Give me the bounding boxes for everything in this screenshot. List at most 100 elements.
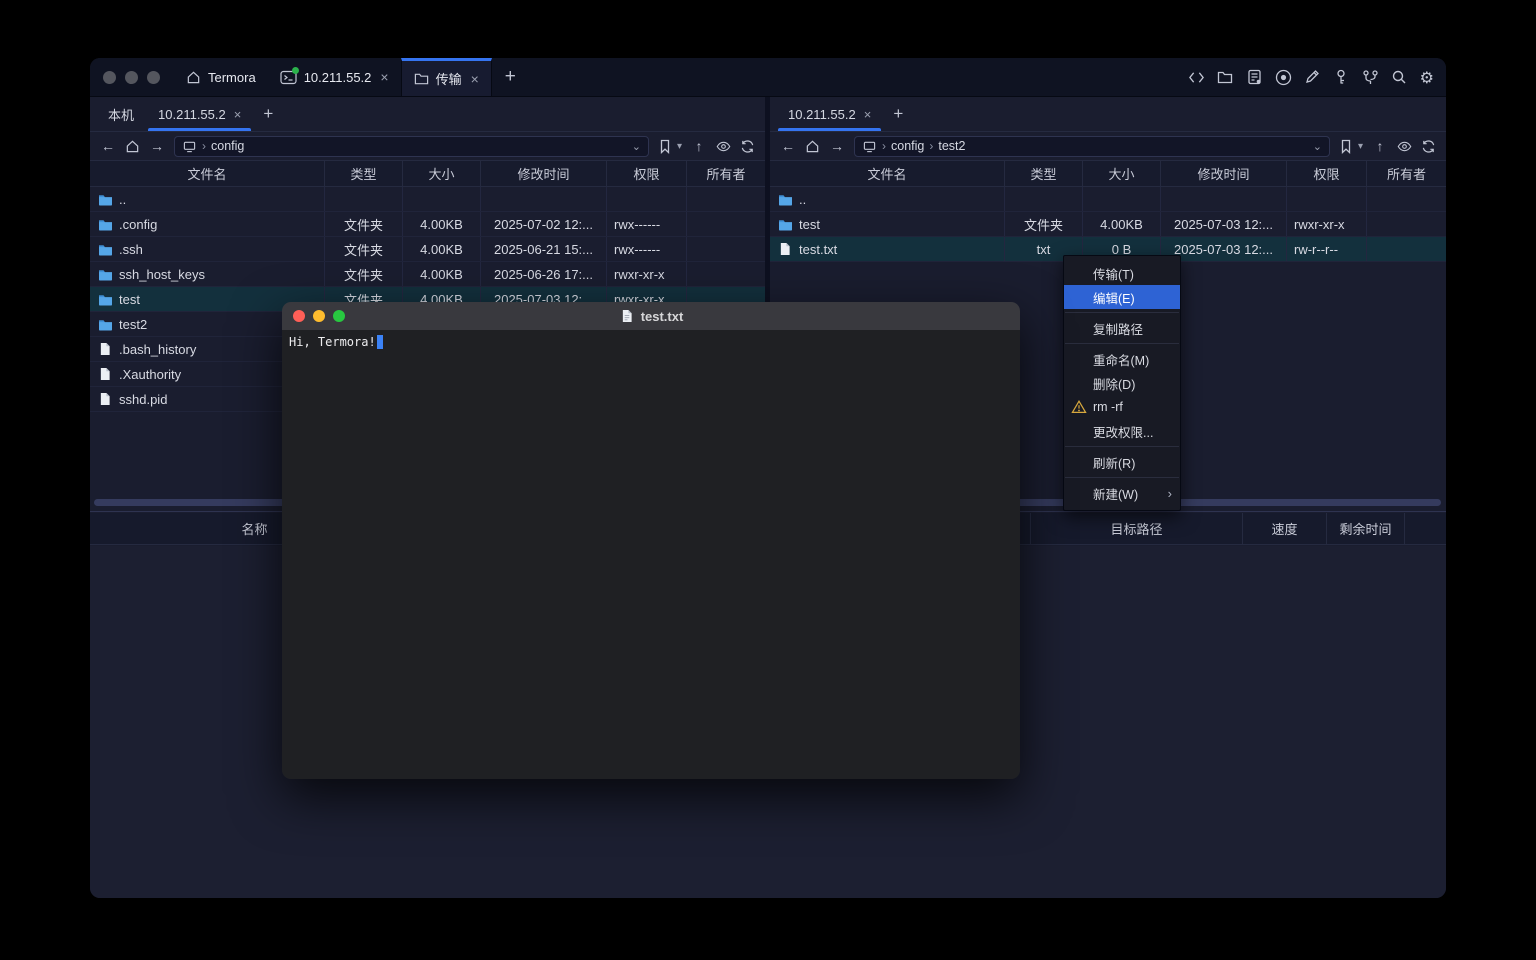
- forward-icon[interactable]: →: [149, 138, 165, 154]
- path-breadcrumb-field[interactable]: › config ⌄: [174, 136, 649, 157]
- tab-local-machine[interactable]: 本机: [96, 97, 146, 131]
- menu-item-refresh[interactable]: 刷新(R): [1064, 450, 1180, 474]
- edit-pencil-icon[interactable]: [1304, 69, 1321, 86]
- breadcrumb-segment[interactable]: config: [211, 139, 244, 153]
- chevron-right-icon: ›: [929, 139, 933, 153]
- column-header-name[interactable]: 文件名: [770, 161, 1005, 186]
- column-header-perms[interactable]: 权限: [1287, 161, 1367, 186]
- table-row[interactable]: ssh_host_keys 文件夹 4.00KB 2025-06-26 17:.…: [90, 262, 765, 287]
- tab-remote-host[interactable]: 10.211.55.2 ×: [776, 97, 883, 131]
- bookmark-icon[interactable]: [658, 139, 673, 154]
- back-icon[interactable]: ←: [780, 138, 796, 154]
- add-panel-tab-button[interactable]: +: [883, 97, 913, 131]
- minimize-window-button[interactable]: [125, 71, 138, 84]
- folder-icon: [414, 71, 429, 86]
- breadcrumb-segment[interactable]: test2: [938, 139, 965, 153]
- log-icon[interactable]: [1246, 69, 1263, 86]
- menu-item-chmod[interactable]: 更改权限...: [1064, 419, 1180, 443]
- folder-manager-icon[interactable]: [1217, 69, 1234, 86]
- file-name: .Xauthority: [119, 367, 181, 382]
- column-header-owner[interactable]: 所有者: [1367, 161, 1446, 186]
- column-header-size[interactable]: 大小: [403, 161, 481, 186]
- breadcrumb-segment[interactable]: config: [891, 139, 924, 153]
- left-table-header: 文件名 类型 大小 修改时间 权限 所有者: [90, 161, 765, 187]
- transfer-column-destination[interactable]: 目标路径: [1031, 513, 1243, 544]
- upload-icon[interactable]: ↑: [1372, 138, 1388, 154]
- search-icon[interactable]: [1391, 69, 1408, 86]
- refresh-icon[interactable]: [740, 139, 755, 154]
- editor-text: Hi, Termora!: [289, 335, 376, 349]
- tab-remote-host[interactable]: 10.211.55.2 ×: [146, 97, 253, 131]
- table-row[interactable]: ..: [90, 187, 765, 212]
- folder-icon: [777, 216, 793, 232]
- table-row[interactable]: ..: [770, 187, 1446, 212]
- file-type: 文件夹: [1005, 212, 1083, 236]
- menu-item-rm-rf[interactable]: rm -rf: [1064, 395, 1180, 419]
- show-hidden-eye-icon[interactable]: [1397, 139, 1412, 154]
- column-header-type[interactable]: 类型: [1005, 161, 1083, 186]
- column-header-owner[interactable]: 所有者: [687, 161, 765, 186]
- column-header-name[interactable]: 文件名: [90, 161, 325, 186]
- transfer-tab-label: 传输: [436, 69, 462, 88]
- transfer-column-remaining[interactable]: 剩余时间: [1327, 513, 1405, 544]
- menu-item-new[interactable]: 新建(W) ›: [1064, 481, 1180, 505]
- editor-zoom-button[interactable]: [333, 310, 345, 322]
- tab-terminal-session[interactable]: 10.211.55.2 ×: [268, 58, 401, 96]
- chevron-down-icon[interactable]: ⌄: [632, 140, 641, 153]
- bookmark-dropdown-caret-icon[interactable]: ▾: [1358, 141, 1363, 152]
- bookmark-icon[interactable]: [1339, 139, 1354, 154]
- add-panel-tab-button[interactable]: +: [253, 97, 283, 131]
- settings-gear-icon[interactable]: ⚙: [1420, 68, 1434, 87]
- close-icon[interactable]: ×: [471, 71, 479, 87]
- tab-transfer[interactable]: 传输 ×: [401, 58, 492, 96]
- home-icon[interactable]: [805, 139, 820, 154]
- warning-icon: [1071, 399, 1087, 415]
- table-row[interactable]: .config 文件夹 4.00KB 2025-07-02 12:... rwx…: [90, 212, 765, 237]
- bookmark-dropdown-caret-icon[interactable]: ▾: [677, 141, 682, 152]
- column-header-type[interactable]: 类型: [325, 161, 403, 186]
- keychain-icon[interactable]: [1362, 69, 1379, 86]
- transfer-column-speed[interactable]: 速度: [1243, 513, 1327, 544]
- file-size: 4.00KB: [403, 262, 481, 286]
- folder-icon: [97, 216, 113, 232]
- editor-window-controls[interactable]: [282, 310, 345, 322]
- new-tab-button[interactable]: +: [492, 58, 529, 96]
- close-icon[interactable]: ×: [864, 107, 872, 122]
- code-snippets-icon[interactable]: [1188, 69, 1205, 86]
- menu-item-rename[interactable]: 重命名(M): [1064, 347, 1180, 371]
- editor-content[interactable]: Hi, Termora!: [282, 330, 1020, 779]
- termora-window: Termora 10.211.55.2 × 传输 × +: [90, 58, 1446, 898]
- editor-minimize-button[interactable]: [313, 310, 325, 322]
- refresh-icon[interactable]: [1421, 139, 1436, 154]
- menu-item-copy-path[interactable]: 复制路径: [1064, 316, 1180, 340]
- menu-item-transfer[interactable]: 传输(T): [1064, 261, 1180, 285]
- close-icon[interactable]: ×: [380, 69, 388, 85]
- key-icon[interactable]: [1333, 69, 1350, 86]
- file-name: test2: [119, 317, 147, 332]
- chevron-right-icon: ›: [202, 139, 206, 153]
- editor-close-button[interactable]: [293, 310, 305, 322]
- column-header-perms[interactable]: 权限: [607, 161, 687, 186]
- menu-item-edit[interactable]: 编辑(E): [1064, 285, 1180, 309]
- home-icon[interactable]: [125, 139, 140, 154]
- close-window-button[interactable]: [103, 71, 116, 84]
- back-icon[interactable]: ←: [100, 138, 116, 154]
- column-header-size[interactable]: 大小: [1083, 161, 1161, 186]
- menu-item-delete[interactable]: 删除(D): [1064, 371, 1180, 395]
- editor-titlebar[interactable]: test.txt: [282, 302, 1020, 330]
- record-icon[interactable]: [1275, 69, 1292, 86]
- tab-home[interactable]: Termora: [174, 58, 268, 96]
- close-icon[interactable]: ×: [234, 107, 242, 122]
- forward-icon[interactable]: →: [829, 138, 845, 154]
- window-controls[interactable]: [90, 58, 174, 96]
- column-header-mtime[interactable]: 修改时间: [481, 161, 607, 186]
- zoom-window-button[interactable]: [147, 71, 160, 84]
- chevron-down-icon[interactable]: ⌄: [1313, 140, 1322, 153]
- show-hidden-eye-icon[interactable]: [716, 139, 731, 154]
- upload-icon[interactable]: ↑: [691, 138, 707, 154]
- column-header-mtime[interactable]: 修改时间: [1161, 161, 1287, 186]
- path-breadcrumb-field[interactable]: › config › test2 ⌄: [854, 136, 1330, 157]
- connected-status-dot: [292, 67, 299, 74]
- table-row[interactable]: test 文件夹 4.00KB 2025-07-03 12:... rwxr-x…: [770, 212, 1446, 237]
- table-row[interactable]: .ssh 文件夹 4.00KB 2025-06-21 15:... rwx---…: [90, 237, 765, 262]
